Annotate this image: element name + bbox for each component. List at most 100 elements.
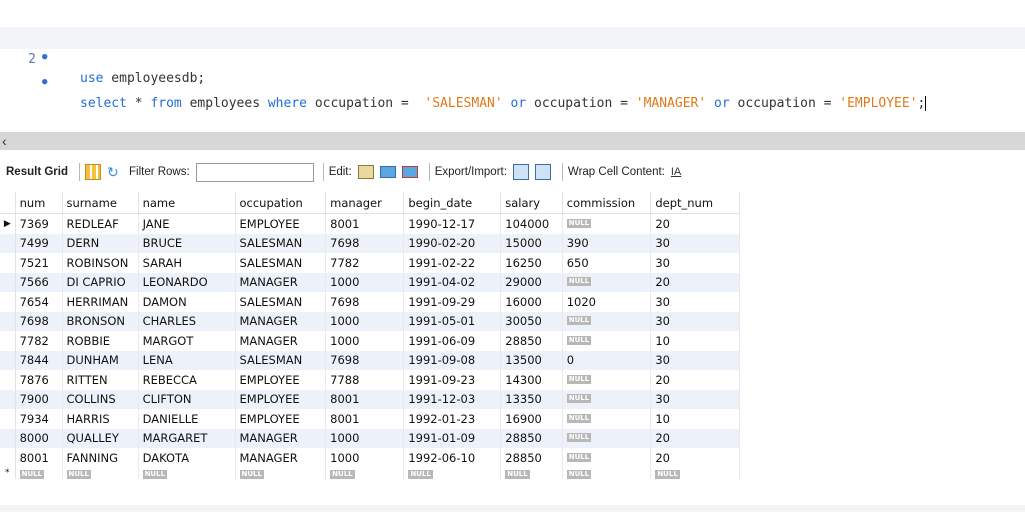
table-row[interactable]: 8000 QUALLEY MARGARET MANAGER 1000 1991-01-09… (0, 428, 740, 448)
table-row[interactable]: 7566 DI CAPRIO LEONARDO MANAGER 1000 1991-04-… (0, 272, 740, 292)
cell-commission[interactable]: 1020 (562, 292, 652, 312)
cell-begin-date[interactable]: 1991-05-01 (403, 311, 502, 331)
cell-num[interactable]: 7566 (15, 272, 63, 292)
table-row[interactable]: 7499 DERN BRUCE SALESMAN 7698 1990-02-20 15000… (0, 233, 740, 253)
cell-commission[interactable]: 650 (562, 253, 652, 273)
cell-surname[interactable]: ROBBIE (62, 331, 139, 351)
row-selector[interactable] (0, 272, 16, 292)
cell-occupation[interactable]: EMPLOYEE (235, 370, 327, 390)
cell-surname[interactable]: FANNING (62, 448, 139, 468)
row-selector[interactable] (0, 350, 16, 370)
cell-occupation[interactable]: MANAGER (235, 428, 327, 448)
cell-surname[interactable]: REDLEAF (62, 213, 139, 234)
cell-commission[interactable]: NULL (562, 331, 652, 351)
cell-name[interactable]: DAMON (138, 292, 236, 312)
cell-dept-num[interactable]: 20 (650, 213, 740, 234)
table-row[interactable]: 7900 COLLINS CLIFTON EMPLOYEE 8001 1991-12-03… (0, 389, 740, 409)
cell-surname[interactable]: ROBINSON (62, 253, 139, 273)
cell-salary[interactable]: 29000 (500, 272, 563, 292)
row-selector[interactable] (0, 311, 16, 331)
cell-commission[interactable]: NULL (562, 213, 652, 234)
cell-begin-date[interactable]: 1992-01-23 (403, 409, 502, 429)
column-header-salary[interactable]: salary (500, 192, 563, 214)
cell-name[interactable]: NULL (138, 467, 236, 479)
column-header-occupation[interactable]: occupation (235, 192, 327, 214)
cell-num[interactable]: 7782 (15, 331, 63, 351)
cell-salary[interactable]: 30050 (500, 311, 563, 331)
cell-dept-num[interactable]: 30 (650, 389, 740, 409)
sql-editor[interactable]: 1 ● use employeesdb; 2 ● select * from e… (0, 0, 1025, 130)
cell-commission[interactable]: NULL (562, 467, 652, 479)
cell-num[interactable]: 7934 (15, 409, 63, 429)
cell-manager[interactable]: 7788 (325, 370, 405, 390)
cell-name[interactable]: REBECCA (138, 370, 236, 390)
cell-dept-num[interactable]: 20 (650, 370, 740, 390)
cell-manager[interactable]: 1000 (325, 272, 405, 292)
editor-line-2[interactable]: 2 ● select * from employees where occupa… (0, 27, 1025, 111)
cell-salary[interactable]: 15000 (500, 233, 563, 253)
cell-dept-num[interactable]: NULL (650, 467, 740, 479)
cell-manager[interactable]: 7698 (325, 292, 405, 312)
cell-occupation[interactable]: EMPLOYEE (235, 213, 327, 234)
cell-dept-num[interactable]: 30 (650, 311, 740, 331)
cell-name[interactable]: BRUCE (138, 233, 236, 253)
table-row[interactable]: 8001 FANNING DAKOTA MANAGER 1000 1992-06-10 28… (0, 448, 740, 468)
code-text[interactable]: select * from employees where occupation… (80, 93, 927, 115)
table-row[interactable]: 7698 BRONSON CHARLES MANAGER 1000 1991-05-01 3… (0, 311, 740, 331)
cell-manager[interactable]: 1000 (325, 311, 405, 331)
filter-rows-input[interactable] (195, 162, 314, 182)
cell-name[interactable]: CLIFTON (138, 389, 236, 409)
cell-num[interactable]: NULL (15, 467, 63, 479)
edit-cell-icon[interactable] (357, 165, 374, 179)
column-header-dept-num[interactable]: dept_num (650, 192, 740, 214)
cell-name[interactable]: DAKOTA (138, 448, 236, 468)
cell-surname[interactable]: HARRIS (62, 409, 139, 429)
cell-num[interactable]: 7369 (15, 213, 63, 234)
cell-surname[interactable]: HERRIMAN (62, 292, 139, 312)
result-grid-tab[interactable]: Result Grid (6, 166, 68, 178)
cell-begin-date[interactable]: 1990-02-20 (403, 233, 502, 253)
cell-commission[interactable]: NULL (562, 448, 652, 468)
cell-dept-num[interactable]: 30 (650, 253, 740, 273)
row-selector[interactable] (0, 292, 16, 312)
cell-commission[interactable]: NULL (562, 370, 652, 390)
cell-num[interactable]: 7499 (15, 233, 63, 253)
cell-begin-date[interactable]: 1991-02-22 (403, 253, 502, 273)
cell-num[interactable]: 8000 (15, 428, 63, 448)
cell-commission[interactable]: NULL (562, 272, 652, 292)
cell-num[interactable]: 7876 (15, 370, 63, 390)
column-header-name[interactable]: name (138, 192, 236, 214)
cell-manager[interactable]: 7698 (325, 350, 405, 370)
cell-salary[interactable]: 28850 (500, 448, 563, 468)
row-selector[interactable] (0, 409, 16, 429)
row-selector[interactable] (0, 448, 16, 468)
row-selector[interactable] (0, 389, 16, 409)
row-selector[interactable] (0, 253, 16, 273)
cell-manager[interactable]: 8001 (325, 409, 405, 429)
cell-begin-date[interactable]: 1991-09-08 (403, 350, 502, 370)
cell-begin-date[interactable]: 1990-12-17 (403, 213, 502, 234)
cell-dept-num[interactable]: 30 (650, 233, 740, 253)
cell-manager[interactable]: 7698 (325, 233, 405, 253)
cell-salary[interactable]: 16250 (500, 253, 563, 273)
cell-manager[interactable]: 8001 (325, 389, 405, 409)
cell-dept-num[interactable]: 30 (650, 292, 740, 312)
editor-line-1[interactable]: 1 ● use employeesdb; (0, 2, 1025, 86)
cell-begin-date[interactable]: 1991-09-29 (403, 292, 502, 312)
cell-commission[interactable]: NULL (562, 428, 652, 448)
cell-dept-num[interactable]: 10 (650, 331, 740, 351)
cell-occupation[interactable]: EMPLOYEE (235, 409, 327, 429)
cell-commission[interactable]: 0 (562, 350, 652, 370)
cell-salary[interactable]: 28850 (500, 331, 563, 351)
cell-surname[interactable]: DI CAPRIO (62, 272, 139, 292)
cell-manager[interactable]: 1000 (325, 448, 405, 468)
cell-dept-num[interactable]: 30 (650, 350, 740, 370)
cell-commission[interactable]: 390 (562, 233, 652, 253)
cell-begin-date[interactable]: 1991-04-02 (403, 272, 502, 292)
cell-begin-date[interactable]: 1992-06-10 (403, 448, 502, 468)
cell-occupation[interactable]: MANAGER (235, 331, 327, 351)
cell-surname[interactable]: QUALLEY (62, 428, 139, 448)
cell-surname[interactable]: NULL (62, 467, 139, 479)
cell-dept-num[interactable]: 20 (650, 448, 740, 468)
results-splitter[interactable]: ‹ (0, 132, 1025, 150)
